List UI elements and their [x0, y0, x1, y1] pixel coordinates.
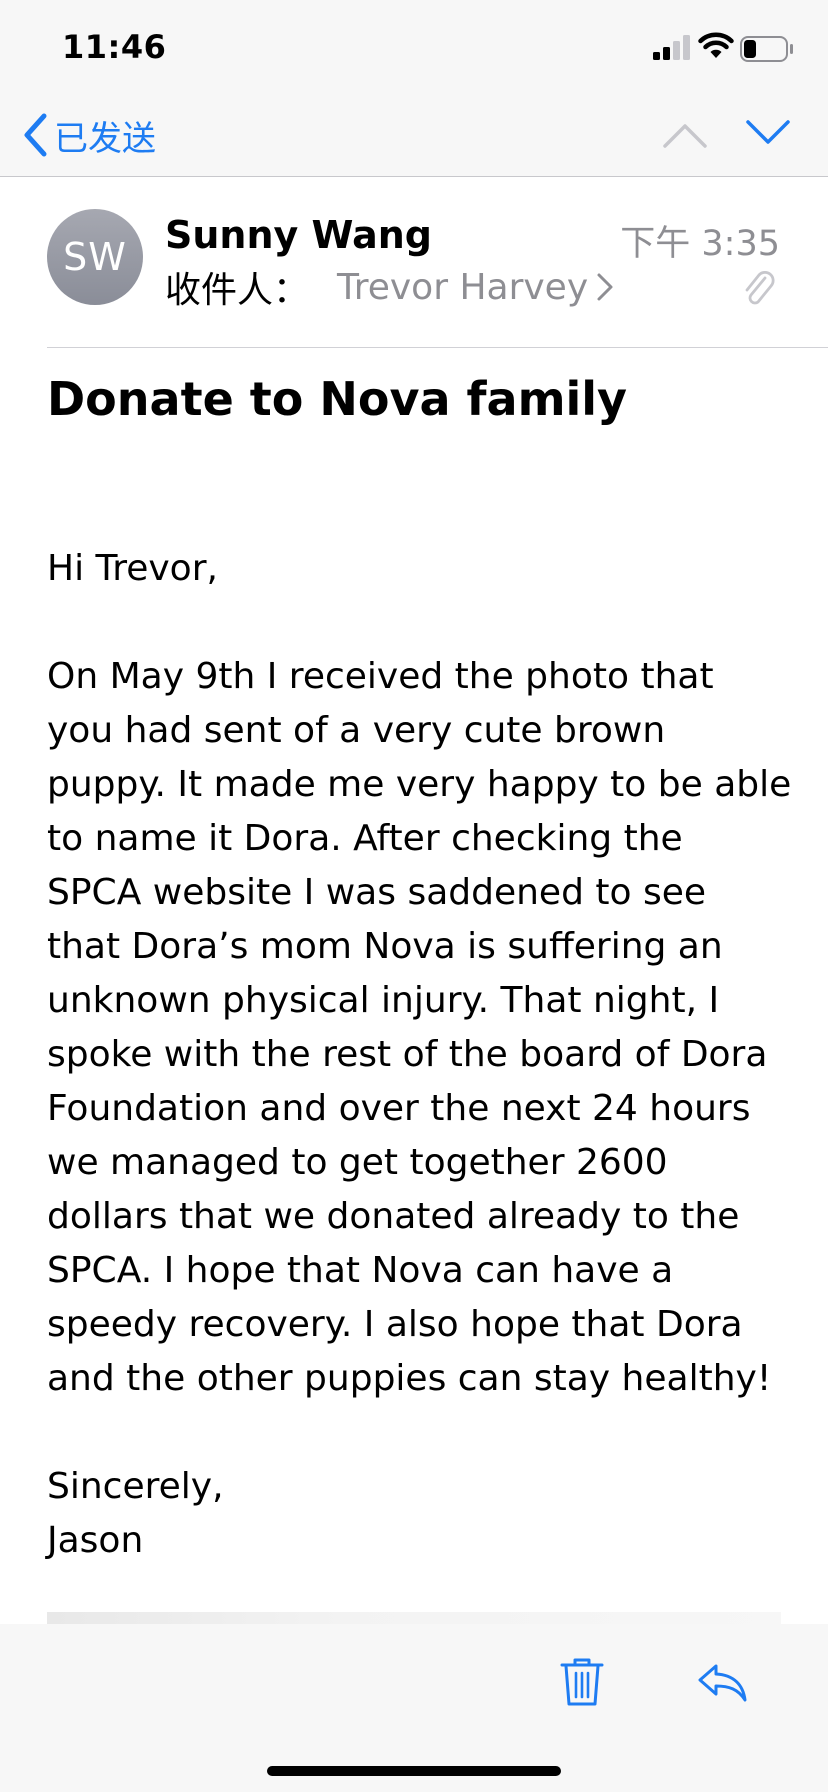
body-paragraph: On May 9th I received the photo that you…: [47, 656, 792, 1399]
signature: Jason: [47, 1520, 144, 1561]
recipient-name[interactable]: Trevor Harvey: [337, 267, 588, 308]
chevron-down-icon[interactable]: [745, 114, 791, 148]
bottom-toolbar: [0, 1624, 828, 1792]
avatar-initials: SW: [63, 235, 127, 279]
message-body: Hi Trevor, On May 9th I received the pho…: [47, 542, 792, 1568]
avatar[interactable]: SW: [47, 209, 143, 305]
to-label: 收件人：: [165, 270, 310, 311]
paperclip-icon: [745, 270, 775, 305]
battery-icon: [740, 36, 793, 62]
back-button[interactable]: 已发送: [22, 110, 156, 160]
chevron-up-icon[interactable]: [662, 118, 708, 152]
quoted-content-divider: [47, 1612, 781, 1624]
message-subject: Donate to Nova family: [47, 372, 628, 426]
reply-icon[interactable]: [696, 1660, 748, 1704]
trash-icon[interactable]: [558, 1656, 606, 1708]
recipient-row[interactable]: 收件人： Trevor Harvey: [165, 261, 614, 313]
message-date: 下午 3:35: [620, 224, 780, 264]
status-bar: 11:46: [0, 0, 828, 98]
header-divider: [47, 347, 828, 348]
status-time: 11:46: [62, 28, 167, 66]
cellular-signal-icon: [653, 35, 690, 60]
back-label: 已发送: [54, 118, 156, 159]
greeting: Hi Trevor,: [47, 548, 218, 589]
closing: Sincerely,: [47, 1466, 224, 1507]
sender-name[interactable]: Sunny Wang: [165, 213, 432, 257]
chevron-left-icon: [24, 113, 47, 157]
chevron-right-icon: [597, 273, 613, 301]
message-header: SW Sunny Wang 下午 3:35 收件人： Trevor Harvey: [0, 177, 828, 347]
home-indicator: [267, 1766, 561, 1776]
nav-bar: 已发送: [0, 98, 828, 177]
wifi-icon: [698, 32, 734, 58]
